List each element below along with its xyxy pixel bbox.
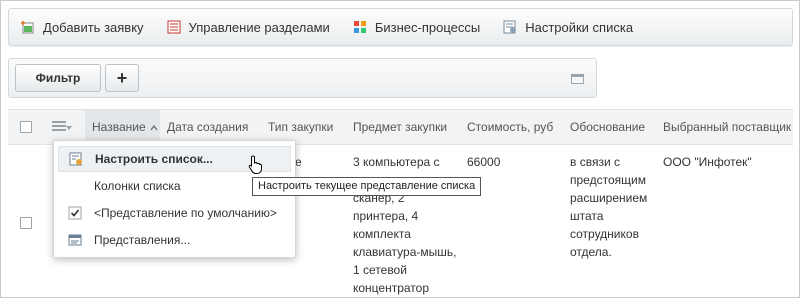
manage-sections-button[interactable]: Управление разделами (167, 20, 330, 35)
cost-cell: 66000 (467, 155, 501, 169)
add-request-icon (21, 20, 35, 34)
manage-sections-label: Управление разделами (188, 19, 330, 35)
window-frame: Добавить заявку Управление разделами Биз… (0, 0, 800, 298)
menu-item-views[interactable]: Представления... (58, 227, 291, 253)
purchase-type-cell: е (295, 155, 302, 169)
column-header-cost[interactable]: Стоимость, руб (460, 110, 553, 145)
add-request-label: Добавить заявку (43, 19, 144, 35)
purchase-subject-cell: 3 компьютера с сканер, 2 принтера, 4 ком… (353, 155, 457, 295)
column-header-supplier[interactable]: Выбранный поставщик (656, 110, 791, 145)
settings-list-icon (69, 152, 83, 166)
filter-button[interactable]: Фильтр (15, 64, 101, 92)
row-checkbox[interactable] (20, 217, 32, 229)
column-header-purchase-subject[interactable]: Предмет закупки (346, 110, 447, 145)
list-settings-icon (503, 20, 517, 34)
filter-bar: Фильтр + (8, 58, 597, 98)
sort-asc-icon (150, 125, 158, 131)
add-filter-button[interactable]: + (105, 64, 139, 92)
menu-item-label: <Представление по умолчанию> (94, 206, 277, 220)
hand-cursor-icon (248, 155, 264, 175)
menu-item-label: Настроить список... (95, 152, 213, 166)
minimize-icon[interactable] (571, 74, 584, 84)
views-icon (68, 233, 82, 247)
main-toolbar: Добавить заявку Управление разделами Биз… (8, 8, 793, 46)
reason-cell: в связи с предстоящим расширением штата … (570, 155, 648, 259)
column-header-reason[interactable]: Обоснование (563, 110, 645, 145)
business-processes-label: Бизнес-процессы (374, 19, 481, 35)
column-menu-icon[interactable] (52, 121, 72, 135)
supplier-cell: ООО "Инфотек" (663, 155, 752, 169)
business-process-icon (353, 20, 367, 34)
business-processes-button[interactable]: Бизнес-процессы (353, 20, 480, 35)
add-request-button[interactable]: Добавить заявку (21, 20, 144, 35)
checkbox-checked-icon (68, 206, 82, 220)
menu-item-label: Представления... (94, 233, 191, 247)
menu-item-label: Колонки списка (94, 179, 181, 193)
list-settings-button[interactable]: Настройки списка (503, 20, 633, 35)
tooltip: Настроить текущее представление списка (252, 177, 482, 196)
sections-icon (167, 20, 181, 34)
select-all-checkbox[interactable] (20, 121, 32, 133)
menu-item-default-view[interactable]: <Представление по умолчанию> (58, 200, 291, 226)
list-settings-label: Настройки списка (525, 19, 634, 35)
